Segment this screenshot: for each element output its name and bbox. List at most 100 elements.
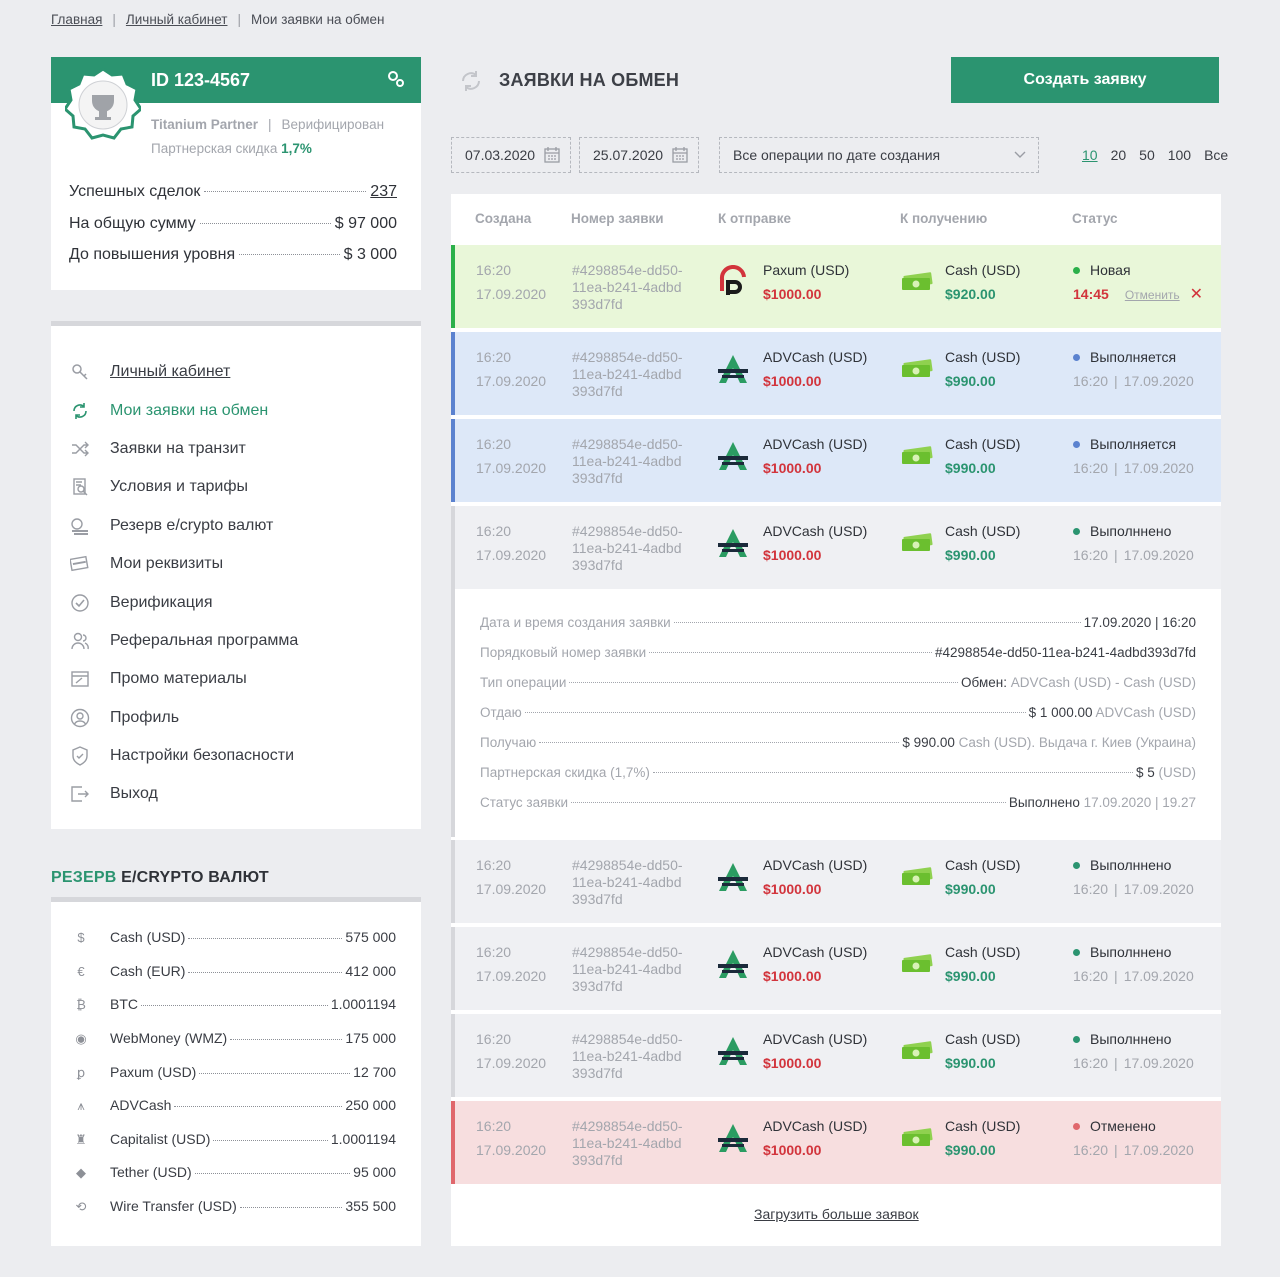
dot-leader — [199, 223, 331, 224]
order-row[interactable]: 16:20 17.09.2020 #4298854e-dd50- 11ea-b241-… — [451, 927, 1221, 1010]
status-time: 16:20 — [1073, 1055, 1109, 1071]
date-from-input[interactable]: 07.03.2020 — [451, 137, 571, 173]
settings-gear-icon[interactable] — [387, 70, 405, 88]
status-date: 17.09.2020 — [1123, 547, 1194, 563]
sidebar-item-label: Выход — [110, 785, 158, 803]
status-time: 16:20 — [1073, 547, 1109, 563]
close-icon[interactable]: ✕ — [1190, 286, 1203, 303]
order-number-line: 11ea-b241-4adbd — [572, 279, 682, 295]
stat-successful-deals: Успешных сделок 237 — [69, 183, 397, 201]
sidebar-item-terms[interactable]: Условия и тарифы — [69, 468, 298, 506]
calendar-icon[interactable] — [672, 147, 688, 163]
send-amount: $1000.00 — [763, 1142, 822, 1158]
sidebar-item-exchange-orders[interactable]: Мои заявки на обмен — [69, 391, 298, 429]
send-cell: ADVCash (USD) $1000.00 — [763, 523, 867, 564]
separator: | — [268, 117, 272, 132]
separator: | — [1114, 460, 1118, 476]
operations-filter-select[interactable]: Все операции по дате создания — [719, 137, 1039, 173]
send-amount: $1000.00 — [763, 547, 822, 563]
details-value-main: 17.09.2020 | 16:20 — [1083, 615, 1196, 630]
stat-label: До повышения уровня — [69, 246, 236, 263]
send-cell: ADVCash (USD) $1000.00 — [763, 944, 867, 985]
users-icon — [69, 630, 91, 652]
order-row[interactable]: 16:20 17.09.2020 #4298854e-dd50- 11ea-b241-… — [451, 419, 1221, 502]
receive-cell: Cash (USD) $920.00 — [945, 262, 1020, 303]
stat-value[interactable]: 237 — [370, 183, 397, 201]
order-number-line: #4298854e-dd50- — [572, 436, 683, 452]
reserve-currency: WebMoney (WMZ) — [110, 1030, 228, 1046]
advcash-logo-icon — [716, 439, 750, 473]
order-number-cell: #4298854e-dd50- 11ea-b241-4adbd 393d7fd — [572, 262, 683, 313]
status-label: Выполннено — [1090, 1031, 1172, 1047]
cash-money-icon — [900, 954, 934, 974]
per-page-20[interactable]: 20 — [1111, 147, 1127, 163]
details-value: $ 5 (USD) — [1136, 765, 1196, 780]
discount-value: 1,7% — [281, 141, 312, 156]
receive-currency: Cash (USD) — [945, 1031, 1021, 1047]
order-number-line: 11ea-b241-4adbd — [572, 961, 682, 977]
details-label: Дата и время создания заявки — [480, 615, 671, 630]
details-value: Обмен: ADVCash (USD) - Cash (USD) — [961, 675, 1196, 690]
sidebar-item-promo[interactable]: Промо материалы — [69, 660, 298, 698]
order-row[interactable]: 16:20 17.09.2020 #4298854e-dd50- 11ea-b241-… — [451, 840, 1221, 923]
per-page-10[interactable]: 10 — [1082, 147, 1098, 163]
status-label: Выполняется — [1090, 436, 1177, 452]
tether-icon: ◆ — [76, 1165, 86, 1180]
details-label: Партнерская скидка (1,7%) — [480, 765, 650, 780]
date-to-input[interactable]: 25.07.2020 — [579, 137, 699, 173]
create-order-button[interactable]: Создать заявку — [951, 57, 1219, 103]
chevron-down-icon — [1014, 151, 1026, 158]
send-currency: ADVCash (USD) — [763, 523, 868, 539]
sidebar-item-reserve[interactable]: Резерв e/crypto валют — [69, 507, 298, 545]
dot-leader — [524, 712, 1026, 713]
order-row[interactable]: 16:20 17.09.2020 #4298854e-dd50- 11ea-b241-… — [451, 1101, 1221, 1184]
sidebar-item-requisites[interactable]: Мои реквизиты — [69, 545, 298, 583]
receive-cell: Cash (USD) $990.00 — [945, 436, 1020, 477]
created-date: 17.09.2020 — [476, 286, 547, 302]
send-currency: ADVCash (USD) — [763, 1118, 868, 1134]
status-date: 17.09.2020 — [1123, 968, 1194, 984]
order-details: Дата и время создания заявки 17.09.2020 |… — [451, 589, 1221, 837]
created-cell: 16:20 17.09.2020 — [476, 262, 546, 303]
per-page-100[interactable]: 100 — [1168, 147, 1191, 163]
breadcrumb-cabinet[interactable]: Личный кабинет — [126, 12, 228, 27]
order-number-line: #4298854e-dd50- — [572, 349, 683, 365]
order-number-line: 393d7fd — [572, 383, 623, 399]
created-time: 16:20 — [476, 349, 512, 365]
order-row[interactable]: 16:20 17.09.2020 #4298854e-dd50- 11ea-b241-… — [451, 332, 1221, 415]
details-label: Тип операции — [480, 675, 567, 690]
order-number-cell: #4298854e-dd50- 11ea-b241-4adbd 393d7fd — [572, 1118, 683, 1169]
sidebar-item-referral[interactable]: Реферальная программа — [69, 622, 298, 660]
status-cell: Выполннено 16:20 | 17.09.2020 — [1073, 523, 1194, 564]
advcash-logo-icon — [716, 1121, 750, 1155]
receive-cell: Cash (USD) $990.00 — [945, 349, 1020, 390]
orders-table: Создана Номер заявки К отправке К получе… — [451, 194, 1221, 1246]
created-date: 17.09.2020 — [476, 1055, 547, 1071]
separator: | — [1114, 373, 1118, 389]
sidebar-item-security[interactable]: Настройки безопасности — [69, 737, 298, 775]
breadcrumb-home[interactable]: Главная — [51, 12, 102, 27]
cancel-order-link[interactable]: Отменить — [1125, 288, 1180, 302]
per-page-50[interactable]: 50 — [1139, 147, 1155, 163]
sidebar-item-transit-orders[interactable]: Заявки на транзит — [69, 430, 298, 468]
separator: | — [1114, 968, 1118, 984]
cash-money-icon — [900, 1128, 934, 1148]
order-row[interactable]: 16:20 17.09.2020 #4298854e-dd50- 11ea-b241-… — [451, 245, 1221, 328]
dot-leader — [569, 682, 959, 683]
load-more-link[interactable]: Загрузить больше заявок — [754, 1206, 919, 1222]
receive-currency: Cash (USD) — [945, 944, 1021, 960]
per-page-all[interactable]: Все — [1204, 147, 1228, 163]
refresh-icon[interactable] — [458, 68, 484, 94]
sidebar-item-label: Настройки безопасности — [110, 747, 295, 765]
order-row[interactable]: 16:20 17.09.2020 #4298854e-dd50- 11ea-b241-… — [451, 1014, 1221, 1097]
dot-leader — [141, 1005, 328, 1006]
sidebar-item-cabinet[interactable]: Личный кабинет — [69, 353, 298, 391]
row-status-bar — [451, 245, 455, 328]
calendar-icon[interactable] — [544, 147, 560, 163]
reserve-amount: 12 700 — [353, 1064, 396, 1080]
sidebar-item-logout[interactable]: Выход — [69, 775, 298, 813]
order-row[interactable]: 16:20 17.09.2020 #4298854e-dd50- 11ea-b241-… — [451, 506, 1221, 589]
sidebar-item-profile[interactable]: Профиль — [69, 699, 298, 737]
sidebar-item-verification[interactable]: Верификация — [69, 583, 298, 621]
send-currency: ADVCash (USD) — [763, 857, 868, 873]
